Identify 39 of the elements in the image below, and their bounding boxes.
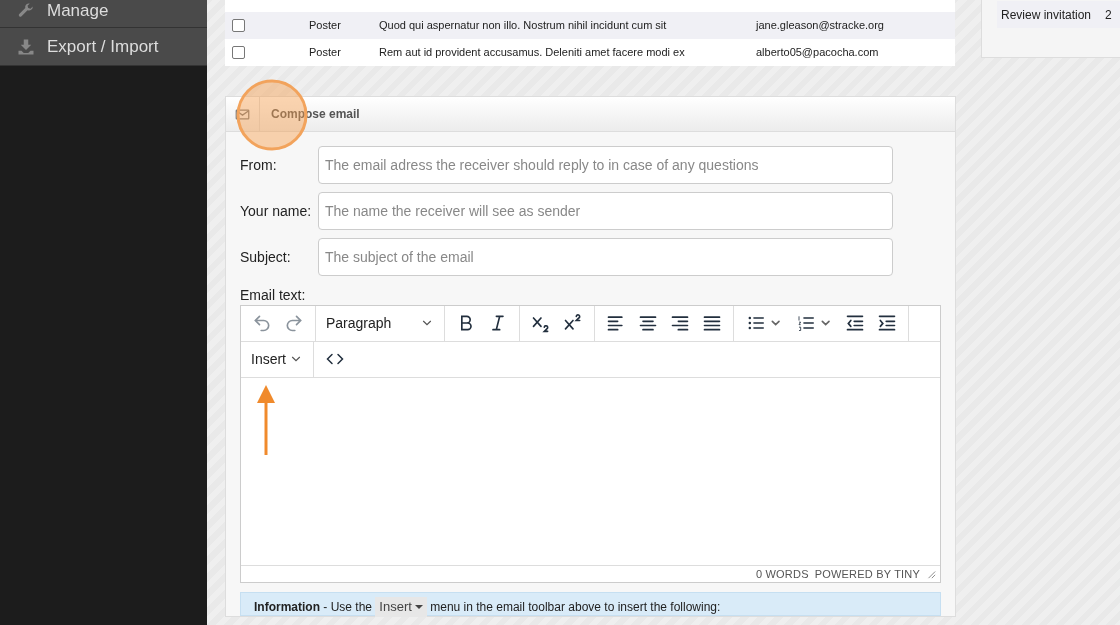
card-title: Compose email — [270, 106, 360, 123]
field-label: From: — [240, 155, 278, 175]
row-checkbox[interactable] — [232, 46, 245, 59]
field-label: Subject: — [240, 247, 292, 267]
wrench-icon — [17, 1, 35, 20]
sidebar-item[interactable]: Export / Import — [0, 28, 207, 66]
outdent-icon — [845, 313, 865, 334]
align-left-icon — [606, 313, 626, 334]
mail-icon — [235, 106, 250, 122]
insert-menu[interactable]: Insert — [249, 348, 305, 370]
resize-handle-icon[interactable] — [926, 568, 936, 579]
info-text: Information - Use the Insert menu in the email toolbar above to insert the following: — [254, 596, 927, 617]
table-cell-text: Review invitation — [1001, 6, 1092, 24]
input-field[interactable]: The name the receiver will see as sender — [318, 192, 893, 230]
table-cell-text: alberto05@pacocha.com — [756, 45, 879, 61]
undo-icon — [252, 313, 272, 334]
input-field[interactable]: The subject of the email — [318, 238, 893, 276]
table-cell-text: jane.gleason@stracke.org — [756, 18, 884, 34]
field-label: Your name: — [240, 201, 313, 221]
table-cell-text: Poster — [309, 45, 342, 61]
indent-icon — [877, 313, 897, 334]
sidebar-item[interactable]: Manage — [0, 0, 207, 28]
input-field[interactable]: The email adress the receiver should reply to in case of any questions — [318, 146, 893, 184]
download-icon — [17, 37, 35, 56]
justify-icon — [702, 313, 722, 334]
format-select[interactable]: Paragraph — [324, 312, 436, 334]
branding-text: POWERED BY TINY — [814, 566, 920, 582]
caret-icon — [414, 604, 423, 609]
align-center-icon — [638, 313, 658, 334]
insert-button[interactable]: Insert — [375, 596, 427, 617]
table-cell-text: 2 — [1105, 6, 1112, 24]
align-right-icon — [670, 313, 690, 334]
table-cell-text: Poster — [309, 18, 342, 34]
row-checkbox[interactable] — [232, 19, 245, 32]
table-cell-text: Rem aut id provident accusamus. Deleniti amet facere modi ex — [379, 45, 686, 61]
word-count: 0 WORDS — [755, 566, 809, 582]
redo-icon — [284, 313, 304, 334]
table-cell-text: Quod qui aspernatur non illo. Nostrum nihil incidunt cum sit — [379, 18, 668, 34]
field-label: Email text: — [240, 287, 307, 304]
